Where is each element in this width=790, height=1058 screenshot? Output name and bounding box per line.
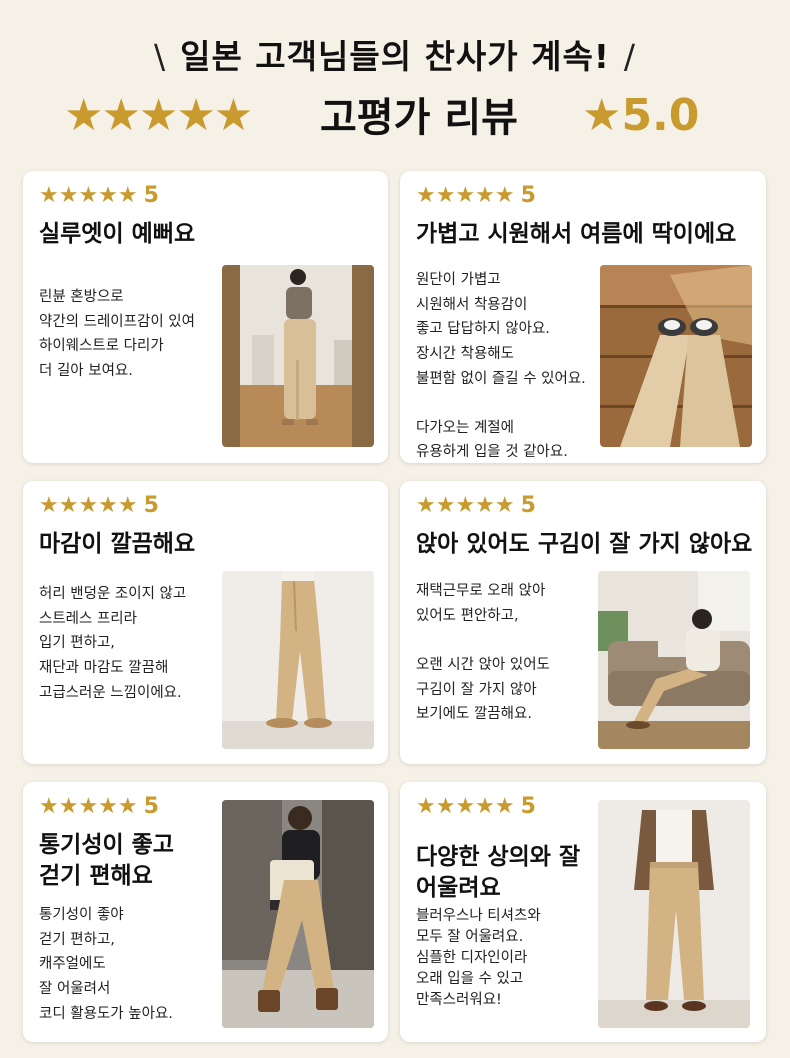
star-icons: ★★★★★ [416,794,515,819]
review-body: 린뷴 혼방으로 약간의 드레이프감이 있여 하이웨스트로 다리가 더 길아 보여… [39,289,195,379]
review-body: 원단이 가볍고 시원해서 착용감이 좋고 답답하지 않아요. 장시간 착용해도 … [416,272,586,461]
review-card: ★★★★★ 5 실루엣이 예뻐요 린뷴 혼방으로 약간의 드레이프감이 있여 하이… [23,171,388,463]
review-title: 가볍고 시원해서 여름에 딱이에요 [416,221,737,247]
headline: \ 일본 고객님들의 찬사가 계속! / [0,30,790,78]
header: \ 일본 고객님들의 찬사가 계속! / ★★★★★ 고평가 리뷰 ★5.0 [0,0,790,170]
rating-row: ★★★★★ 고평가 리뷰 ★5.0 [0,90,790,150]
side-view-photo [222,571,374,749]
rating-number: 5 [143,794,159,819]
rating-number: 5 [143,493,159,518]
review-title: 실루엣이 예뻐요 [39,221,196,247]
star-rating: ★★★★★ 5 [416,796,536,818]
review-card: ★★★★★ 5 다양한 상의와 잘 어울려요 블러우스나 티셔츠와 모두 잘 어울… [400,782,766,1042]
review-body: 재택근무로 오래 앉아 있어도 편안하고, 오랜 시간 앉아 있어도 구김이 잘… [416,583,550,723]
rating-number: 5 [520,183,536,208]
review-card: ★★★★★ 5 앉아 있어도 구김이 잘 가지 않아요 재택근무로 오래 앉아 있… [400,481,766,764]
review-title: 다양한 상의와 잘 어울려요 [416,844,581,902]
headline-text: 일본 고객님들의 찬사가 계속! [180,37,610,76]
review-title: 고평가 리뷰 [320,95,518,141]
review-title: 마감이 깔끔해요 [39,531,196,557]
full-outfit-photo [598,800,750,1028]
star-rating: ★★★★★ 5 [39,495,159,517]
rating-number: 5 [520,794,536,819]
review-body: 허리 밴덩운 조이지 않고 스트레스 프리라 입기 편하고, 재단과 마감도 깔… [39,586,187,701]
review-card: ★★★★★ 5 가볍고 시원해서 여름에 딱이에요 원단이 가볍고 시원해서 착용… [400,171,766,463]
star-rating: ★★★★★ 5 [416,185,536,207]
floor-legs-photo [600,265,752,447]
star-icons: ★★★★★ [416,183,515,208]
star-icons: ★★★★★ [39,794,138,819]
star-icons: ★★★★★ [39,183,138,208]
star-icons: ★★★★★ [416,493,515,518]
review-body: 통기성이 좋야 걷기 편하고, 캐주얼에도 잘 어울려서 코디 활용도가 높아요… [39,907,173,1022]
review-card: ★★★★★ 5 통기성이 좋고 걷기 편해요 통기성이 좋야 걷기 편하고, 캐주… [23,782,388,1042]
five-star-icon-row: ★★★★★ [64,90,253,141]
star-rating: ★★★★★ 5 [39,796,159,818]
street-walk-photo [222,800,374,1028]
rating-number: 5 [143,183,159,208]
star-icons: ★★★★★ [39,493,138,518]
rating-number: 5 [520,493,536,518]
review-title: 통기성이 좋고 걷기 편해요 [39,832,174,890]
star-rating: ★★★★★ 5 [416,495,536,517]
review-body: 블러우스나 티셔츠와 모두 잘 어울려요. 심플한 디자인이라 오래 입을 수 … [416,908,541,1009]
review-card: ★★★★★ 5 마감이 깔끔해요 허리 밴덩운 조이지 않고 스트레스 프리라 입… [23,481,388,764]
review-title: 앉아 있어도 구김이 잘 가지 않아요 [416,531,753,557]
mirror-selfie-photo [222,265,374,447]
slash-right: / [623,37,637,76]
star-rating: ★★★★★ 5 [39,185,159,207]
sofa-photo [598,571,750,749]
score: ★5.0 [582,90,700,141]
slash-left: \ [153,37,167,76]
